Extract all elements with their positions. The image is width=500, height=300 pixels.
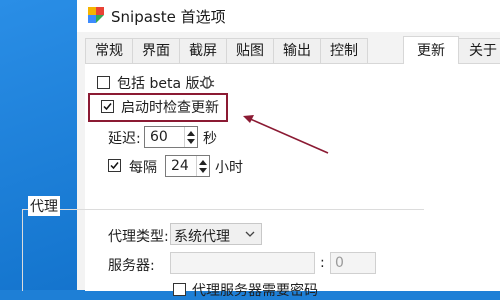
tab-update[interactable]: 更新 (403, 36, 459, 64)
